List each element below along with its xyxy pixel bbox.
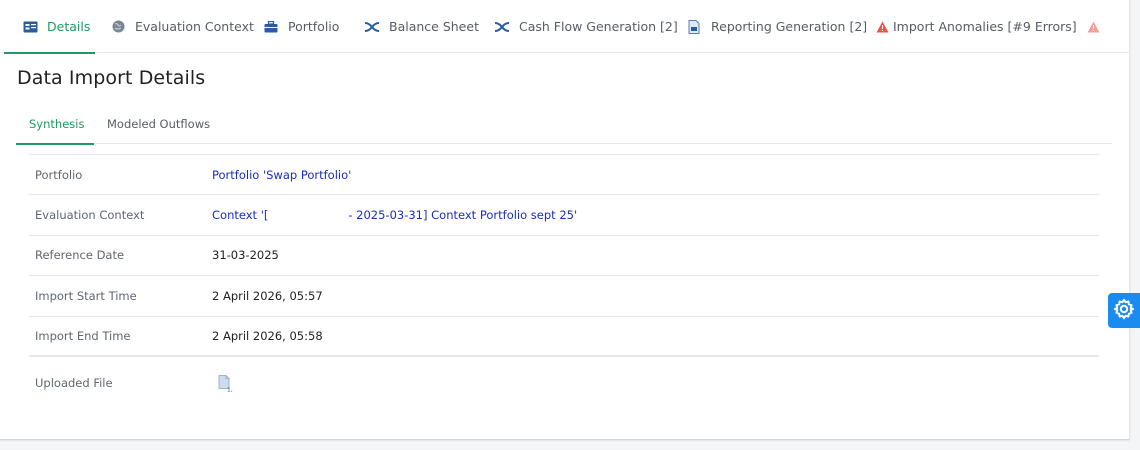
- context-prefix: Context '[: [212, 208, 269, 223]
- import-start-value: 2 April 2026, 05:57: [212, 288, 323, 303]
- subtab-synthesis[interactable]: Synthesis: [16, 104, 94, 145]
- details-table: Portfolio Portfolio 'Swap Portfolio' Eva…: [29, 154, 1099, 410]
- tab-label: Import Anomalies [#9 Errors]: [893, 19, 1077, 34]
- reference-date-value: 31-03-2025: [212, 248, 279, 263]
- detail-row-portfolio: Portfolio Portfolio 'Swap Portfolio': [29, 154, 1099, 194]
- top-tab-bar: Details Evaluation Context Portfolio Bal…: [0, 0, 1130, 54]
- id-card-icon: [22, 19, 38, 35]
- portfolio-link[interactable]: Portfolio 'Swap Portfolio': [212, 168, 351, 182]
- detail-row-import-start: Import Start Time 2 April 2026, 05:57: [29, 275, 1099, 315]
- subtab-modeled-outflows[interactable]: Modeled Outflows: [94, 104, 218, 144]
- cash-flow-icon: [494, 19, 510, 35]
- tab-portfolio[interactable]: Portfolio: [263, 0, 339, 53]
- detail-label: Uploaded File: [35, 376, 113, 391]
- subtab-label: Modeled Outflows: [107, 117, 211, 131]
- subtab-label: Synthesis: [29, 117, 85, 131]
- detail-label: Reference Date: [35, 248, 125, 263]
- tab-label: Reporting Generation [2]: [711, 19, 868, 34]
- detail-label: Portfolio: [35, 167, 83, 182]
- tab-import-anomalies[interactable]: Import Anomalies [#9 Errors]: [874, 0, 1100, 53]
- tab-label: Evaluation Context: [135, 19, 254, 34]
- sub-tab-bar: Synthesis Modeled Outflows: [16, 104, 1112, 145]
- detail-row-evaluation-context: Evaluation Context Context '[ - 2025-03-3…: [29, 194, 1099, 234]
- balance-sheet-icon: [364, 19, 380, 35]
- detail-label: Import Start Time: [35, 288, 137, 303]
- svg-text:1,: 1,: [227, 386, 233, 392]
- tab-reporting-generation[interactable]: Reporting Generation [2]: [686, 0, 867, 53]
- import-end-value: 2 April 2026, 05:58: [212, 328, 323, 343]
- context-suffix: - 2025-03-31] Context Portfolio sept 25': [348, 208, 578, 223]
- masked-text: [268, 210, 349, 221]
- tab-details[interactable]: Details: [4, 0, 95, 54]
- tab-label: Cash Flow Generation [2]: [519, 19, 678, 34]
- tab-label: Details: [47, 19, 91, 34]
- settings-gear-button[interactable]: [1108, 293, 1140, 328]
- tab-cash-flow-generation[interactable]: Cash Flow Generation [2]: [494, 0, 678, 53]
- tab-label: Balance Sheet: [389, 19, 479, 34]
- briefcase-icon: [263, 19, 279, 35]
- tab-label: Portfolio: [288, 19, 340, 34]
- warning-icon: [1087, 21, 1100, 33]
- import-details-card: Details Evaluation Context Portfolio Bal…: [0, 0, 1130, 440]
- globe-icon: [110, 19, 126, 35]
- report-file-icon: [686, 19, 702, 35]
- evaluation-context-link[interactable]: Context '[ - 2025-03-31] Context Portfoli…: [212, 208, 577, 222]
- detail-label: Import End Time: [35, 328, 131, 343]
- file-icon[interactable]: 1,: [218, 374, 236, 396]
- page-title: Data Import Details: [17, 67, 206, 89]
- tab-evaluation-context[interactable]: Evaluation Context: [110, 0, 254, 53]
- warning-icon: [874, 19, 890, 35]
- detail-label: Evaluation Context: [35, 208, 145, 223]
- tab-balance-sheet[interactable]: Balance Sheet: [364, 0, 479, 53]
- detail-row-reference-date: Reference Date 31-03-2025: [29, 234, 1099, 275]
- detail-row-uploaded-file: Uploaded File 1,: [29, 355, 1099, 410]
- detail-row-import-end: Import End Time 2 April 2026, 05:58: [29, 315, 1099, 356]
- gear-icon: [1113, 298, 1135, 324]
